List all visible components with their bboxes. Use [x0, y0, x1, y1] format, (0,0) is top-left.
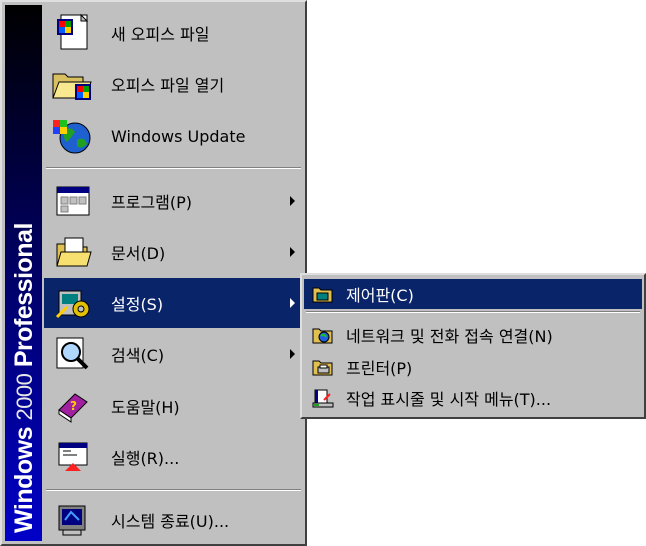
menu-item-label: 오피스 파일 열기	[111, 76, 225, 95]
submenu-item-printers[interactable]: 프린터(P)	[304, 352, 642, 382]
submenu-item-label: 프린터(P)	[346, 359, 413, 378]
menu-item-run[interactable]: 실행(R)...	[44, 432, 303, 482]
menu-item-windows-update[interactable]: Windows Update	[44, 111, 303, 161]
menu-item-shutdown[interactable]: 시스템 종료(U)...	[44, 495, 303, 545]
menu-item-label: 시스템 종료(U)...	[111, 512, 230, 531]
office-open-file-icon	[49, 64, 97, 104]
banner-text: Windows 2000 Professional	[10, 223, 39, 533]
shutdown-icon	[49, 500, 97, 540]
submenu-item-network-connections[interactable]: 네트워크 및 전화 접속 연결(N)	[304, 320, 642, 350]
windows-update-globe-icon	[49, 116, 97, 156]
menu-item-label: 문서(D)	[111, 244, 166, 263]
taskbar-startmenu-icon	[312, 388, 334, 408]
run-icon	[49, 437, 97, 477]
submenu-item-taskbar-startmenu[interactable]: 작업 표시줄 및 시작 메뉴(T)...	[304, 383, 642, 413]
submenu-separator	[306, 311, 640, 313]
menu-item-documents[interactable]: 문서(D)	[44, 227, 303, 277]
submenu-arrow-icon	[290, 196, 295, 206]
windows-2000-banner: Windows 2000 Professional	[5, 5, 42, 541]
banner-product: Professional	[10, 223, 38, 368]
menu-separator	[46, 167, 301, 169]
menu-item-new-office-file[interactable]: 새 오피스 파일	[44, 8, 303, 58]
menu-item-label: 실행(R)...	[111, 449, 180, 468]
submenu-item-label: 네트워크 및 전화 접속 연결(N)	[346, 327, 553, 346]
submenu-item-label: 작업 표시줄 및 시작 메뉴(T)...	[346, 390, 552, 409]
submenu-arrow-icon	[290, 349, 295, 359]
menu-item-label: 도움말(H)	[111, 398, 180, 417]
menu-item-help[interactable]: ? 도움말(H)	[44, 381, 303, 431]
menu-item-settings[interactable]: 설정(S)	[44, 278, 303, 328]
menu-item-label: 새 오피스 파일	[111, 25, 210, 44]
programs-icon	[49, 181, 97, 221]
menu-item-label: Windows Update	[111, 126, 246, 146]
menu-item-label: 검색(C)	[111, 346, 165, 365]
network-connections-icon	[312, 325, 334, 345]
office-new-file-icon	[49, 13, 97, 53]
documents-folder-icon	[49, 232, 97, 272]
menu-separator	[46, 489, 301, 491]
banner-brand: Windows	[10, 427, 38, 533]
help-book-icon: ?	[49, 386, 97, 426]
control-panel-icon	[312, 284, 334, 304]
submenu-arrow-icon	[290, 298, 295, 308]
settings-submenu: 제어판(C) 네트워크 및 전화 접속 연결(N) 프린터(P) 작업 표시줄 …	[300, 273, 646, 419]
menu-item-search[interactable]: 검색(C)	[44, 329, 303, 379]
menu-item-programs[interactable]: 프로그램(P)	[44, 176, 303, 226]
menu-item-label: 설정(S)	[111, 295, 164, 314]
settings-icon	[49, 283, 97, 323]
submenu-arrow-icon	[290, 247, 295, 257]
start-menu: Windows 2000 Professional 새 오피스 파일 오피스 파…	[0, 0, 307, 546]
submenu-item-label: 제어판(C)	[346, 286, 414, 305]
menu-item-open-office-file[interactable]: 오피스 파일 열기	[44, 59, 303, 109]
submenu-item-control-panel[interactable]: 제어판(C)	[304, 279, 642, 309]
search-icon	[49, 334, 97, 374]
printers-icon	[312, 357, 334, 377]
menu-item-label: 프로그램(P)	[111, 193, 193, 212]
banner-edition: 2000	[12, 373, 37, 421]
svg-text:?: ?	[70, 399, 77, 413]
